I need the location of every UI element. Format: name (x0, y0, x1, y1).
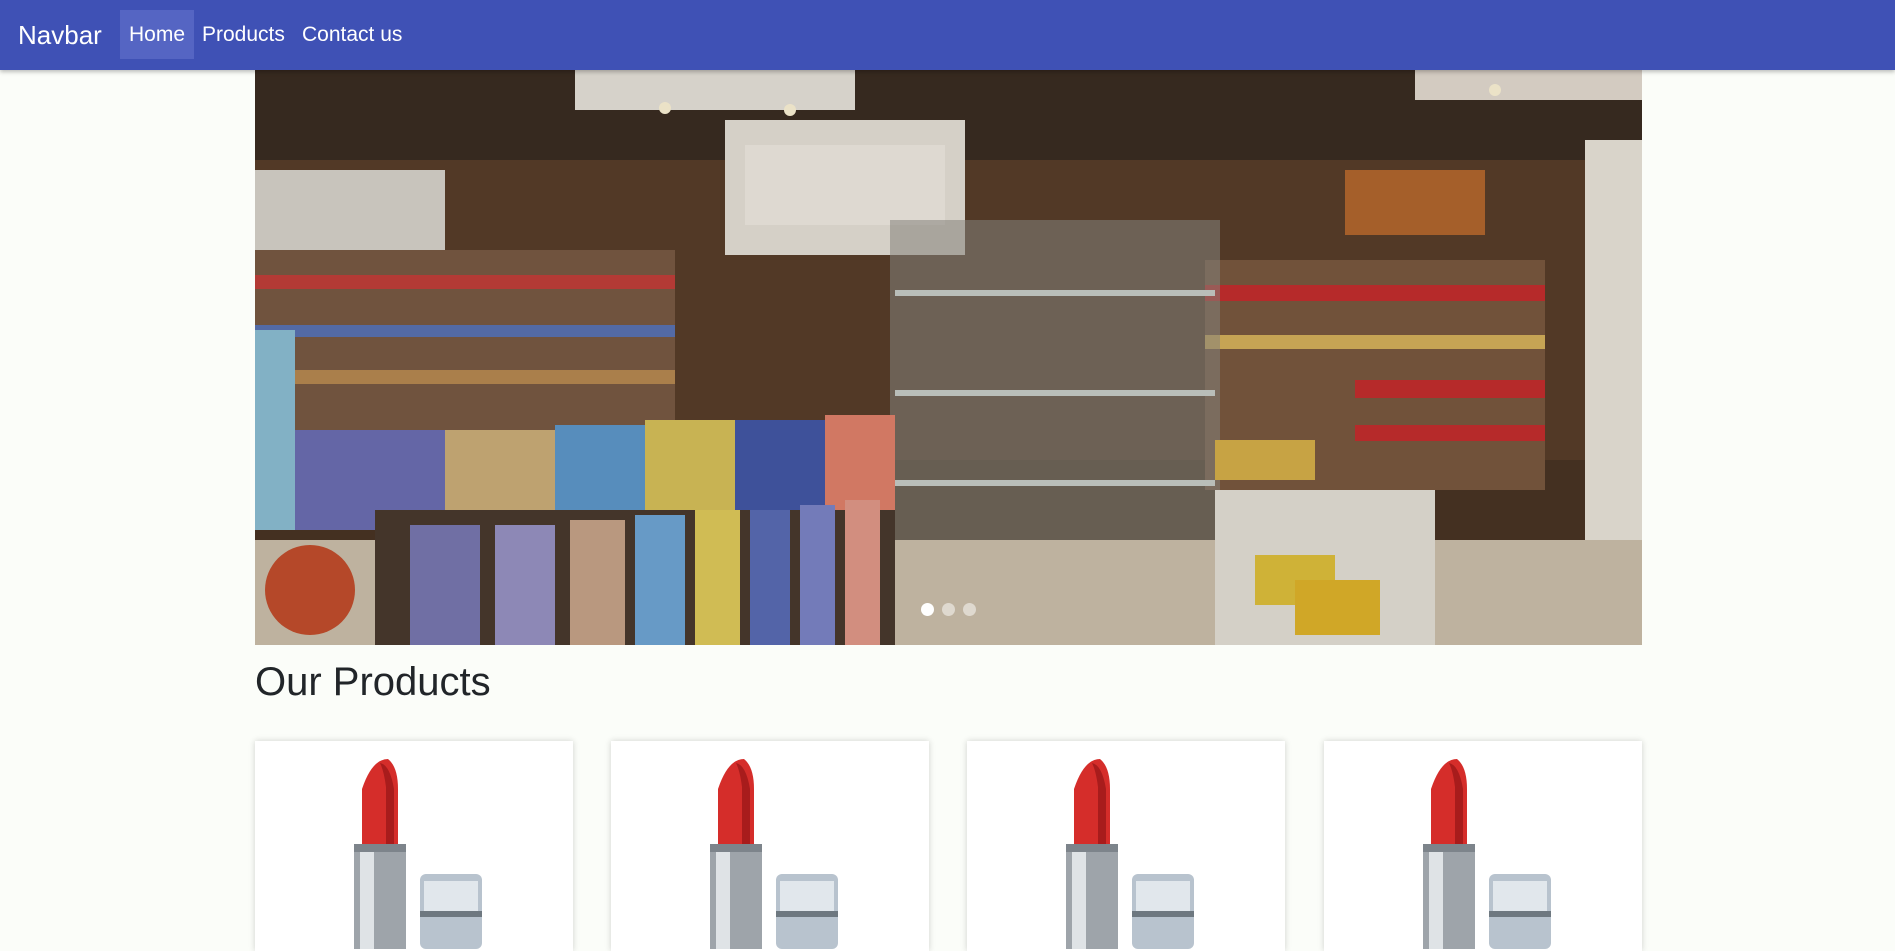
hero-carousel[interactable] (255, 70, 1642, 645)
nav-link-products[interactable]: Products (193, 10, 294, 59)
products-heading: Our Products (255, 660, 491, 704)
lipstick-image (1423, 759, 1551, 949)
product-card[interactable] (1324, 741, 1642, 951)
carousel-indicator-3[interactable] (963, 603, 976, 616)
lipstick-image (354, 759, 482, 949)
carousel-slide-image (255, 70, 1642, 645)
carousel-indicator-1[interactable] (921, 603, 934, 616)
product-card[interactable] (611, 741, 929, 951)
carousel-indicators (255, 603, 1642, 617)
lipstick-image (710, 759, 838, 949)
nav-link-contact-us[interactable]: Contact us (293, 10, 411, 59)
navbar: Navbar Home Products Contact us (0, 0, 1895, 70)
carousel-indicator-2[interactable] (942, 603, 955, 616)
product-card[interactable] (967, 741, 1285, 951)
lipstick-image (1066, 759, 1194, 949)
product-card[interactable] (255, 741, 573, 951)
navbar-brand[interactable]: Navbar (18, 19, 102, 51)
nav-link-home[interactable]: Home (120, 10, 195, 59)
